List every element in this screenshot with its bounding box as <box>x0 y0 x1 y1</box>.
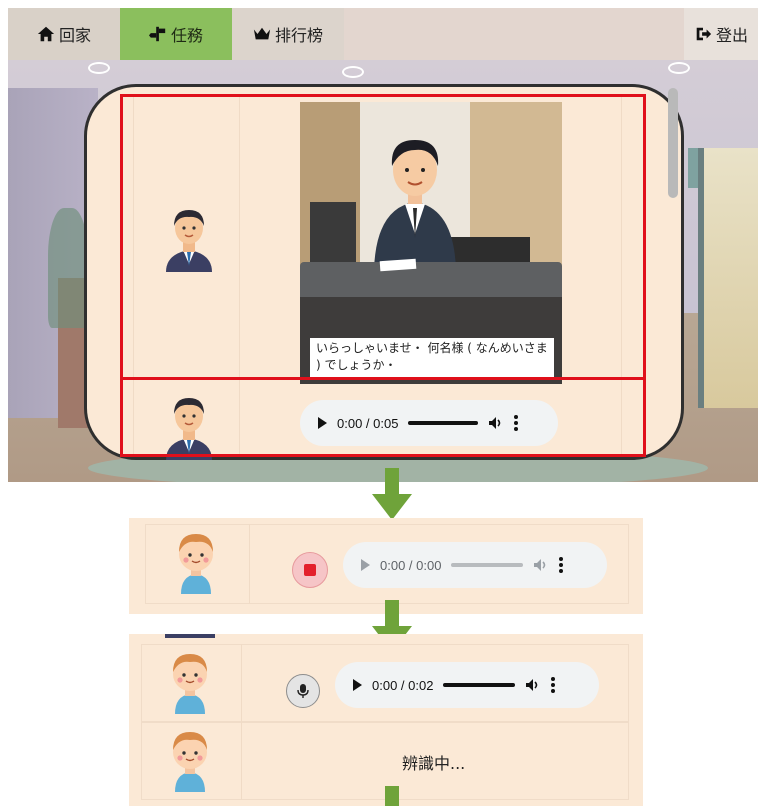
clipped-avatar-edge <box>165 634 215 638</box>
more-options-icon[interactable] <box>551 677 556 693</box>
flow-arrow-icon <box>385 786 399 806</box>
stop-record-icon <box>304 564 316 576</box>
home-icon <box>37 26 55 42</box>
flow-arrow-icon <box>372 468 412 520</box>
app-screenshot: 回家 任務 排行榜 登出 いらっしゃいませ・ 何名様 (なんめいさま) でし… <box>8 8 758 482</box>
nav-tab-logout[interactable]: 登出 <box>684 8 758 60</box>
microphone-icon <box>297 684 309 698</box>
record-microphone-button[interactable] <box>286 674 320 708</box>
audio-progress-track[interactable] <box>443 683 516 687</box>
volume-icon[interactable] <box>525 677 541 693</box>
audio-progress-track[interactable] <box>451 563 524 567</box>
nav-tab-task[interactable]: 任務 <box>120 8 232 60</box>
nav-tab-home-label: 回家 <box>58 26 91 45</box>
student-audio-player-empty[interactable]: 0:00 / 0:00 <box>343 542 607 588</box>
student-audio-player[interactable]: 0:00 / 0:02 <box>335 662 599 708</box>
nav-tab-home[interactable]: 回家 <box>8 8 120 60</box>
student-avatar-icon <box>179 534 213 594</box>
nav-tab-logout-label: 登出 <box>715 26 748 45</box>
ring-decoration <box>668 62 690 74</box>
nav-tab-rank[interactable]: 排行榜 <box>232 8 344 60</box>
figure-root: 回家 任務 排行榜 登出 いらっしゃいませ・ 何名様 (なんめいさま) でし… <box>0 0 762 806</box>
more-options-icon[interactable] <box>559 557 564 573</box>
top-navbar: 回家 任務 排行榜 登出 <box>8 8 758 60</box>
stop-recording-button[interactable] <box>292 552 328 588</box>
nav-tab-task-label: 任務 <box>170 26 203 45</box>
highlight-box-npc-audio <box>120 377 646 457</box>
audio-time: 0:00 / 0:02 <box>372 677 434 693</box>
background-plant <box>48 208 88 328</box>
play-icon[interactable] <box>353 679 362 691</box>
volume-icon[interactable] <box>533 557 549 573</box>
student-avatar-icon <box>173 732 207 792</box>
logout-icon <box>696 27 712 41</box>
cell-divider <box>241 644 242 800</box>
audio-time: 0:00 / 0:00 <box>380 557 442 573</box>
nav-tab-rank-label: 排行榜 <box>274 26 323 45</box>
play-icon[interactable] <box>361 559 370 571</box>
signpost-icon <box>148 26 166 42</box>
student-avatar-icon <box>173 654 207 714</box>
background-window <box>698 148 758 408</box>
ring-decoration <box>342 66 364 78</box>
crown-icon <box>253 27 271 40</box>
recognizing-status: 辨識中... <box>402 754 466 773</box>
scrollbar-thumb[interactable] <box>668 88 678 198</box>
highlight-box-npc-message <box>120 94 646 380</box>
cell-divider <box>249 524 250 604</box>
ring-decoration <box>88 62 110 74</box>
